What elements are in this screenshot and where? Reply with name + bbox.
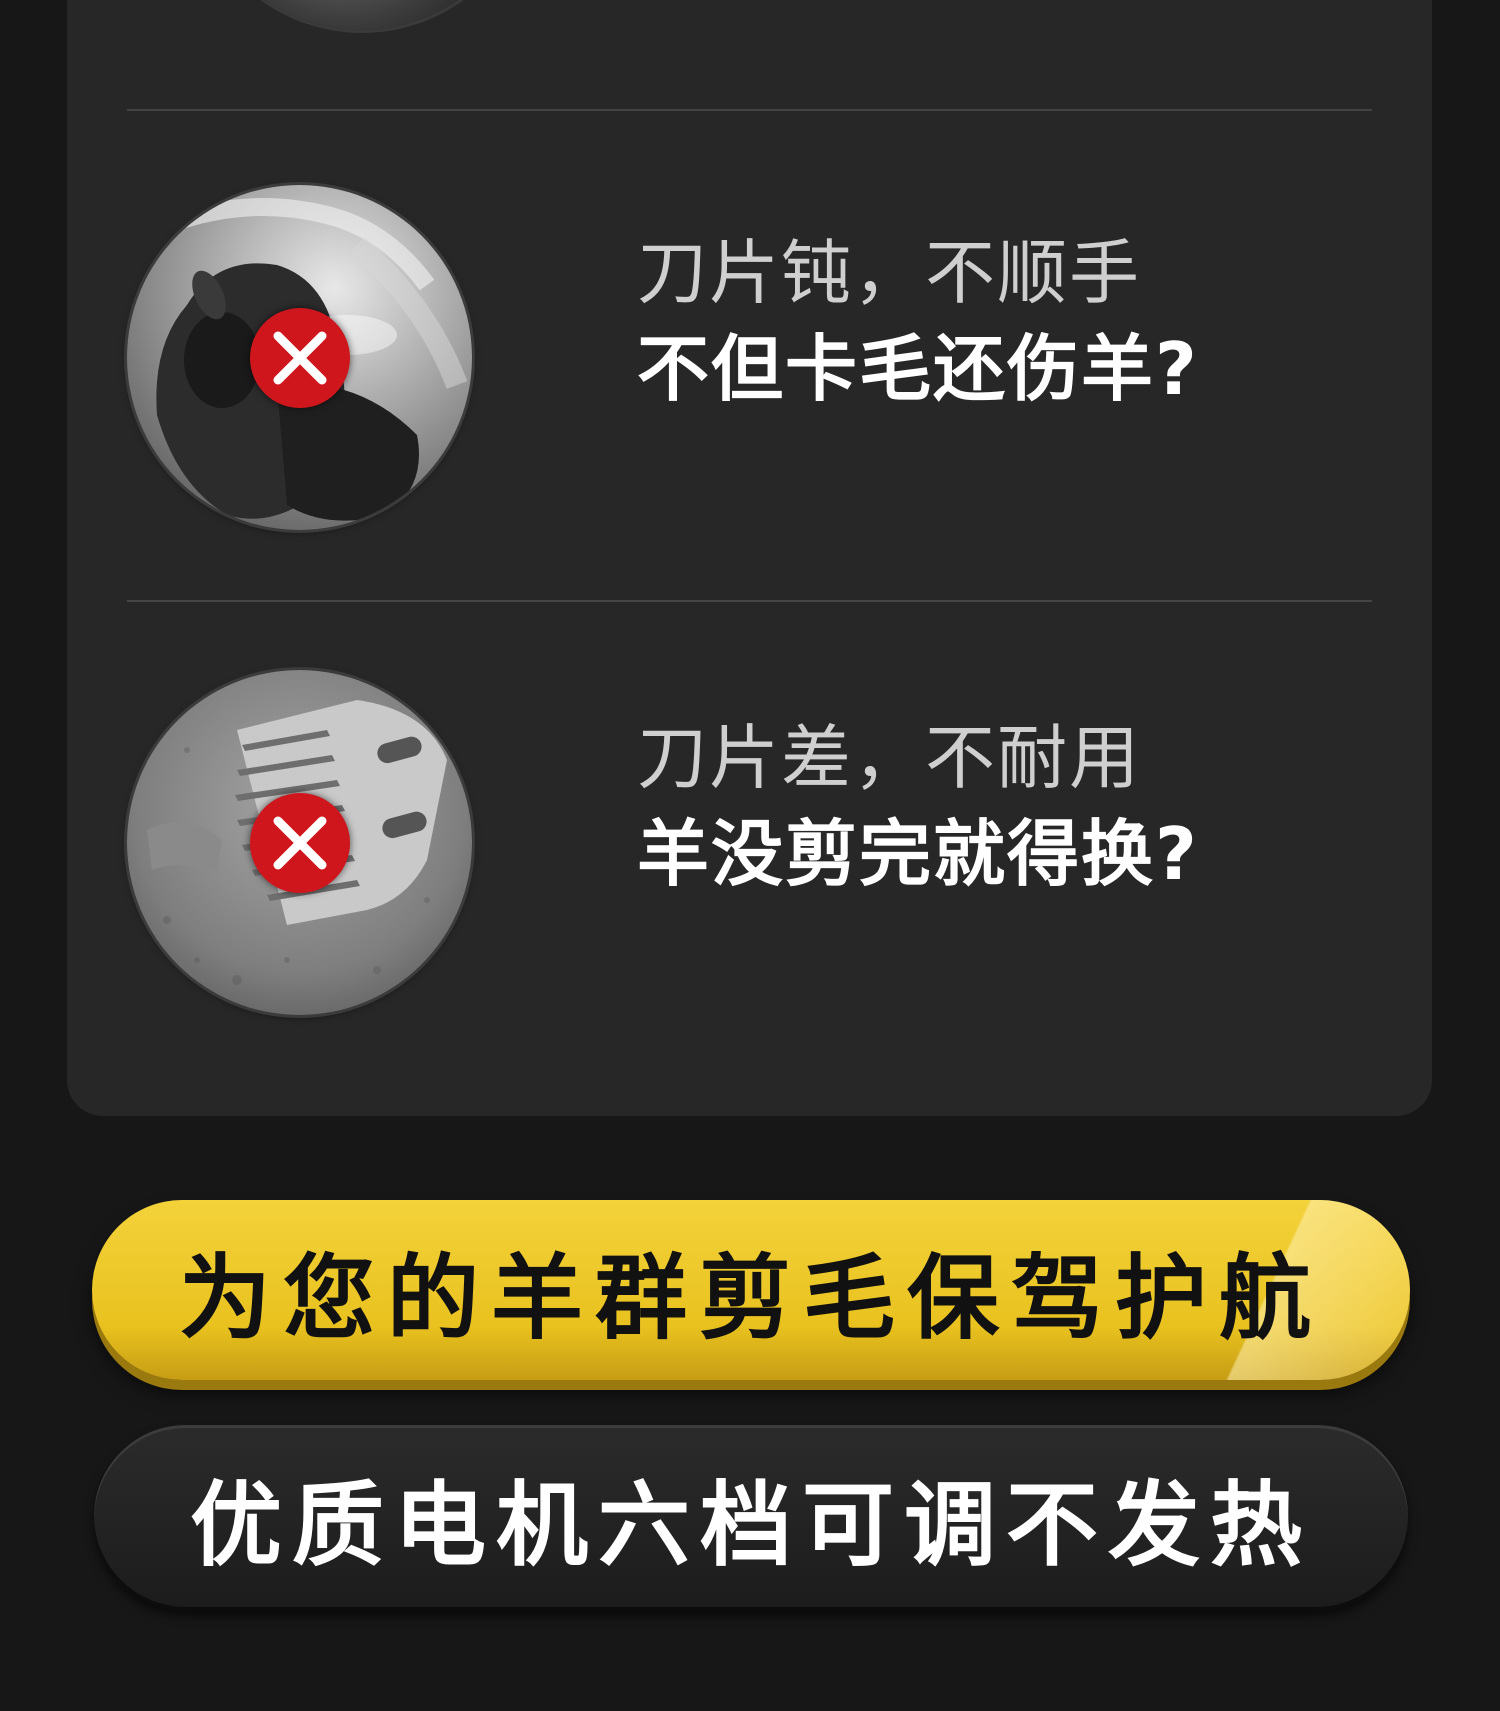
sheep-head-image xyxy=(127,185,472,530)
x-icon xyxy=(273,331,327,385)
secondary-banner-label: 优质电机六档可调不发热 xyxy=(189,1472,1312,1579)
x-badge xyxy=(250,308,350,408)
primary-banner: 为您的羊群剪毛保驾护航 xyxy=(92,1200,1410,1380)
primary-banner-label: 为您的羊群剪毛保驾护航 xyxy=(178,1244,1323,1352)
problem-text: 刀片钝，不顺手 不但卡毛还伤羊? xyxy=(637,225,1337,417)
problem-question: 不但卡毛还伤羊? xyxy=(637,327,1199,411)
problem-title: 刀片钝，不顺手 xyxy=(637,232,1141,314)
clipper-blade-image xyxy=(127,670,472,1015)
partial-top-image xyxy=(192,0,532,30)
problem-question: 羊没剪完就得换? xyxy=(637,812,1199,896)
problem-title: 刀片差，不耐用 xyxy=(637,717,1141,799)
problem-text: 刀片差，不耐用 羊没剪完就得换? xyxy=(637,710,1337,902)
divider xyxy=(127,600,1372,602)
problems-card: 刀片钝，不顺手 不但卡毛还伤羊? 刀片差，不耐用 羊没剪完就得换? xyxy=(67,0,1432,1116)
x-badge xyxy=(250,793,350,893)
secondary-banner: 优质电机六档可调不发热 xyxy=(94,1425,1408,1610)
divider xyxy=(127,109,1372,111)
x-icon xyxy=(273,816,327,870)
